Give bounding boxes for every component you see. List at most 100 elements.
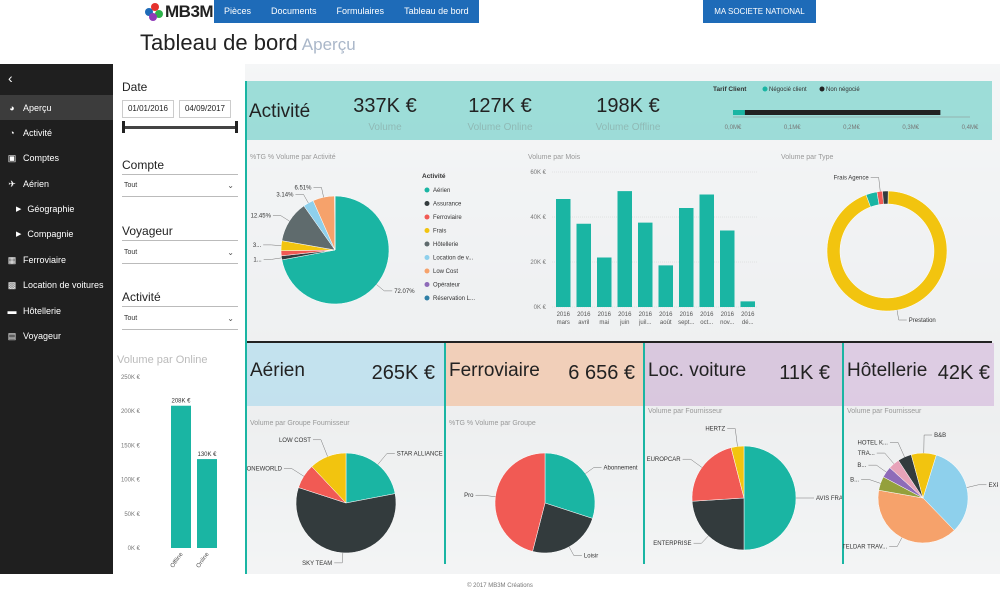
tick-label: 2016 [741,312,755,318]
data-label: 208K € [171,399,191,405]
sidebar-item-hotellerie[interactable]: ▬ Hôtellerie [0,298,113,323]
mb3m-logo[interactable]: MB3M [143,2,214,22]
volume-mois-chart: 60K € 40K € 20K € 0K € 2016 mars 2016 avril 2016… [530,170,757,326]
slice-label: ONEWORLD [247,467,283,473]
back-chevron-icon[interactable]: ‹ [8,70,13,86]
legend-negocie: Négocié client [769,87,807,93]
train-icon: ▦ [7,254,17,265]
legend-item: Opérateur [433,283,460,289]
leader-line [376,284,393,292]
compte-filter-label: Compte [122,158,165,172]
sidebar-item-compagnie[interactable]: ▶ Compagnie [0,221,113,246]
date-slider-handle-end[interactable] [235,121,238,133]
nav-tableau-de-bord[interactable]: Tableau de bord [394,0,479,23]
tick-label: 2016 [680,312,694,318]
bar [658,265,673,307]
divider [122,263,238,264]
divider [122,196,238,197]
leader-line [889,442,905,458]
nav-pieces[interactable]: Pièces [214,0,261,23]
legend-dot [424,241,430,247]
company-button[interactable]: MA SOCIETE NATIONAL [703,0,816,23]
leader-line [377,453,395,465]
slice-label: Abonnement [604,466,638,472]
tick-label: 150K € [121,443,141,449]
sidebar-item-label: Hôtellerie [23,305,62,316]
bar [720,230,735,307]
sidebar-item-apercu[interactable]: ◕ Aperçu [0,95,113,120]
tick-label: 0,0M€ [725,125,742,131]
tick-label: juin [619,320,629,326]
sidebar-item-ferroviaire[interactable]: ▦ Ferroviaire [0,247,113,272]
legend-dot [424,214,430,220]
ferro-pie-title: %TG % Volume par Groupe [449,420,536,427]
divider [122,240,238,241]
caret-right-icon: ▶ [16,205,22,213]
legend-dot [424,295,430,301]
slice-label: LOW COST [279,438,311,444]
loc-voiture-pie-chart: AVIS FRANCE ENTERPRISE EUROPCAR HERTZ [647,427,842,551]
slice-label: B... [850,477,859,483]
tick-label: juil... [638,320,652,326]
bar [638,222,653,307]
bar [171,405,191,548]
pie-slice [743,445,797,551]
tick-label: 2016 [639,312,653,318]
legend-dot [424,282,430,287]
leader-line [861,479,881,484]
sidebar-item-activite[interactable]: ◔ Activité [0,120,113,145]
tarif-client-chart: Tarif Client Négocié client Non négocié … [713,86,979,131]
slice-label: 6.51% [294,185,312,191]
volume-offline-value: 198K € [596,95,660,117]
date-range-slider[interactable] [123,126,237,129]
date-from-input[interactable]: 01/01/2016 [122,100,174,118]
hotellerie-pie-chart: EXPEDIA TELDAR TRAV... B... B... TRA... HOTEL… [843,433,998,551]
leader-line [923,434,933,454]
plane-icon: ✈ [8,178,16,189]
sidebar-item-label: Aérien [23,178,50,189]
logo-text: MB3M [165,2,214,21]
voyageur-select[interactable]: Tout ⌄ [124,248,238,257]
divider [122,174,238,175]
bed-icon: ▬ [7,305,17,316]
tick-label: nov... [720,320,735,326]
tick-label: 2016 [700,312,714,318]
compte-select[interactable]: Tout ⌄ [124,181,238,190]
divider [122,329,238,330]
volume-label: Volume [368,122,402,133]
briefcase-icon: ▤ [7,330,17,341]
date-slider-handle-start[interactable] [122,121,125,133]
leader-line [693,535,709,544]
loc-pie-title: Volume par Fournisseur [648,408,723,415]
tick-label: 2016 [557,312,571,318]
footer-copyright: © 2017 MB3M Créations [467,583,533,589]
bar [699,194,714,307]
sidebar-item-label: Compagnie [27,228,74,239]
sidebar-item-location[interactable]: ▩ Location de voitures [0,272,113,297]
sidebar-item-label: Aperçu [23,102,52,113]
sidebar-item-geographie[interactable]: ▶ Géographie [0,196,113,221]
leader-line [295,194,309,204]
nav-formulaires[interactable]: Formulaires [327,0,395,23]
sidebar-item-comptes[interactable]: ▣ Comptes [0,145,113,170]
sidebar-item-aerien[interactable]: ✈ Aérien [0,171,113,196]
chevron-down-icon: ⌄ [227,248,234,257]
legend-item: Frais [433,229,446,235]
aerien-value: 265K € [371,362,435,384]
sidebar-item-voyageur[interactable]: ▤ Voyageur [0,323,113,348]
legend-dot [424,187,430,193]
tick-label: Online [196,551,211,569]
dashboard-icon: ◕ [9,102,15,113]
nav-documents[interactable]: Documents [261,0,327,23]
aerien-pie-title: Volume par Groupe Fournisseur [250,420,350,427]
hotellerie-value: 42K € [937,362,990,384]
pie-icon: ◔ [9,127,15,138]
sidebar-item-label: Activité [23,127,53,138]
tick-label: août [660,320,672,326]
date-to-input[interactable]: 04/09/2017 [179,100,231,118]
tick-label: 0,1M€ [784,125,801,131]
legend-item: Aérien [433,188,450,194]
pie-slice [691,497,745,551]
legend-dot [424,201,430,206]
activite-select[interactable]: Tout ⌄ [124,314,238,323]
